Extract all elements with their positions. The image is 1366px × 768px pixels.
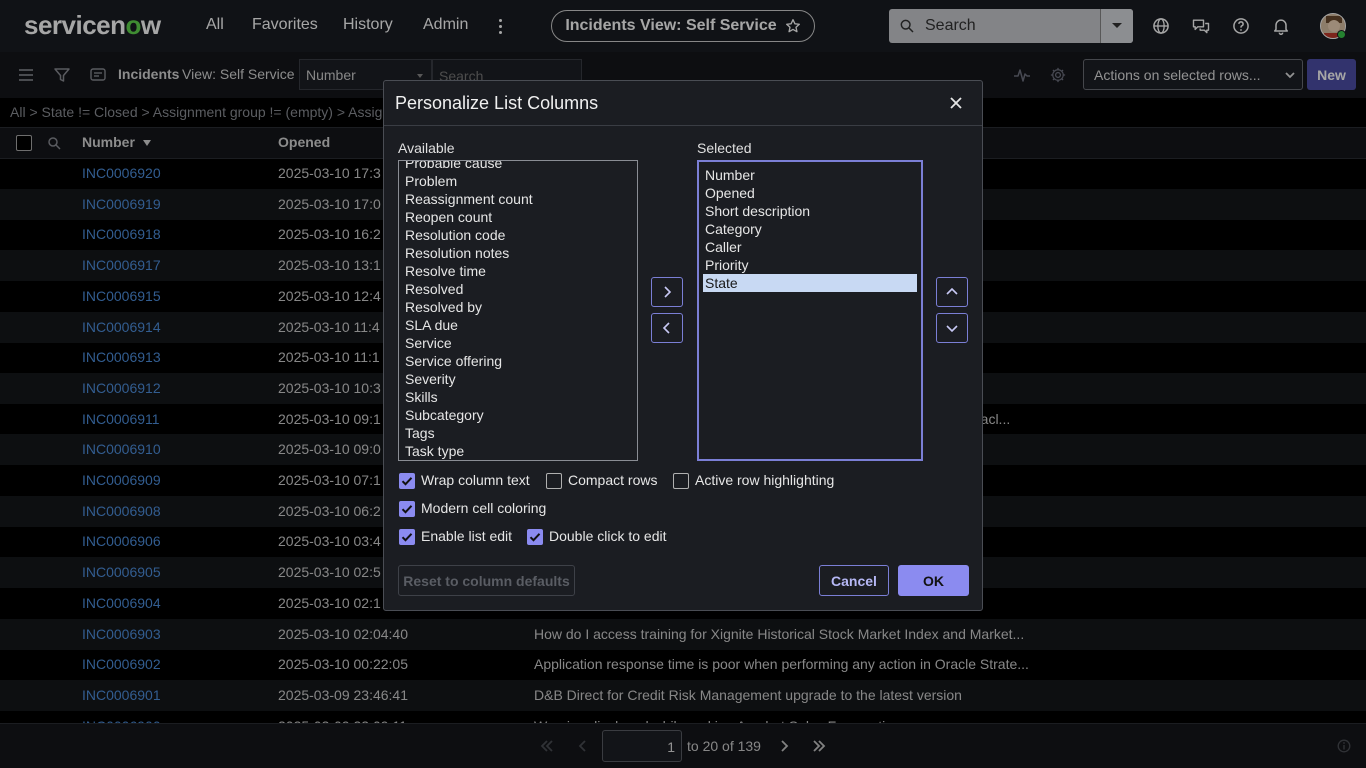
close-icon[interactable] — [948, 95, 964, 111]
available-column-option[interactable]: Probable cause — [399, 161, 637, 172]
compact-rows-checkbox[interactable] — [546, 473, 562, 489]
selected-column-option[interactable]: Number — [699, 166, 921, 184]
selected-label: Selected — [697, 140, 752, 156]
available-column-option[interactable]: Resolution notes — [399, 244, 637, 262]
selected-columns-list[interactable]: Number Opened Short description Category Cal… — [697, 160, 923, 461]
personalize-list-columns-dialog: Personalize List Columns Available Selec… — [383, 80, 983, 611]
available-column-option[interactable]: Service offering — [399, 352, 637, 370]
move-down-button[interactable] — [936, 313, 968, 343]
modern-cell-coloring-label: Modern cell coloring — [421, 500, 547, 516]
available-columns-list[interactable]: Probable cause Problem Reassignment count R… — [398, 160, 638, 461]
available-label: Available — [398, 140, 455, 156]
chevron-up-icon — [946, 287, 958, 295]
checkmark-icon — [401, 477, 413, 486]
compact-rows-label: Compact rows — [568, 472, 658, 488]
available-column-option[interactable]: Resolved by — [399, 298, 637, 316]
selected-column-option[interactable]: Priority — [699, 256, 921, 274]
available-column-option[interactable]: Severity — [399, 370, 637, 388]
ok-button[interactable]: OK — [898, 565, 969, 596]
available-column-option[interactable]: Resolve time — [399, 262, 637, 280]
wrap-column-text-checkbox[interactable] — [399, 473, 415, 489]
modern-cell-coloring-checkbox[interactable] — [399, 501, 415, 517]
available-column-option[interactable]: Service — [399, 334, 637, 352]
selected-column-option[interactable]: Short description — [699, 202, 921, 220]
available-column-option[interactable]: Resolution code — [399, 226, 637, 244]
selected-column-option[interactable]: Opened — [699, 184, 921, 202]
checkmark-icon — [401, 533, 413, 542]
dialog-title: Personalize List Columns — [395, 93, 599, 113]
add-column-button[interactable] — [651, 277, 683, 307]
wrap-column-text-label: Wrap column text — [421, 472, 530, 488]
selected-column-option[interactable]: State — [703, 274, 917, 292]
available-column-option[interactable]: Subcategory — [399, 406, 637, 424]
available-column-option[interactable]: Problem — [399, 172, 637, 190]
available-column-option[interactable]: Reopen count — [399, 208, 637, 226]
double-click-to-edit-label: Double click to edit — [549, 528, 667, 544]
active-row-highlighting-checkbox[interactable] — [673, 473, 689, 489]
available-column-option[interactable]: Reassignment count — [399, 190, 637, 208]
available-column-option[interactable]: Tags — [399, 424, 637, 442]
double-click-to-edit-checkbox[interactable] — [527, 529, 543, 545]
checkmark-icon — [529, 533, 541, 542]
reset-to-column-defaults-button[interactable]: Reset to column defaults — [398, 565, 575, 596]
chevron-left-icon — [662, 322, 670, 334]
active-row-highlighting-label: Active row highlighting — [695, 472, 835, 488]
selected-column-option[interactable]: Category — [699, 220, 921, 238]
available-column-option[interactable]: Resolved — [399, 280, 637, 298]
cancel-button[interactable]: Cancel — [819, 565, 889, 596]
available-column-option[interactable]: Skills — [399, 388, 637, 406]
selected-column-option[interactable]: Caller — [699, 238, 921, 256]
remove-column-button[interactable] — [651, 313, 683, 343]
enable-list-edit-checkbox[interactable] — [399, 529, 415, 545]
available-column-option[interactable]: SLA due — [399, 316, 637, 334]
move-up-button[interactable] — [936, 277, 968, 307]
checkmark-icon — [401, 505, 413, 514]
chevron-right-icon — [664, 286, 672, 298]
enable-list-edit-label: Enable list edit — [421, 528, 513, 544]
dialog-divider — [384, 125, 982, 126]
chevron-down-icon — [946, 325, 958, 333]
available-column-option[interactable]: Task type — [399, 442, 637, 460]
